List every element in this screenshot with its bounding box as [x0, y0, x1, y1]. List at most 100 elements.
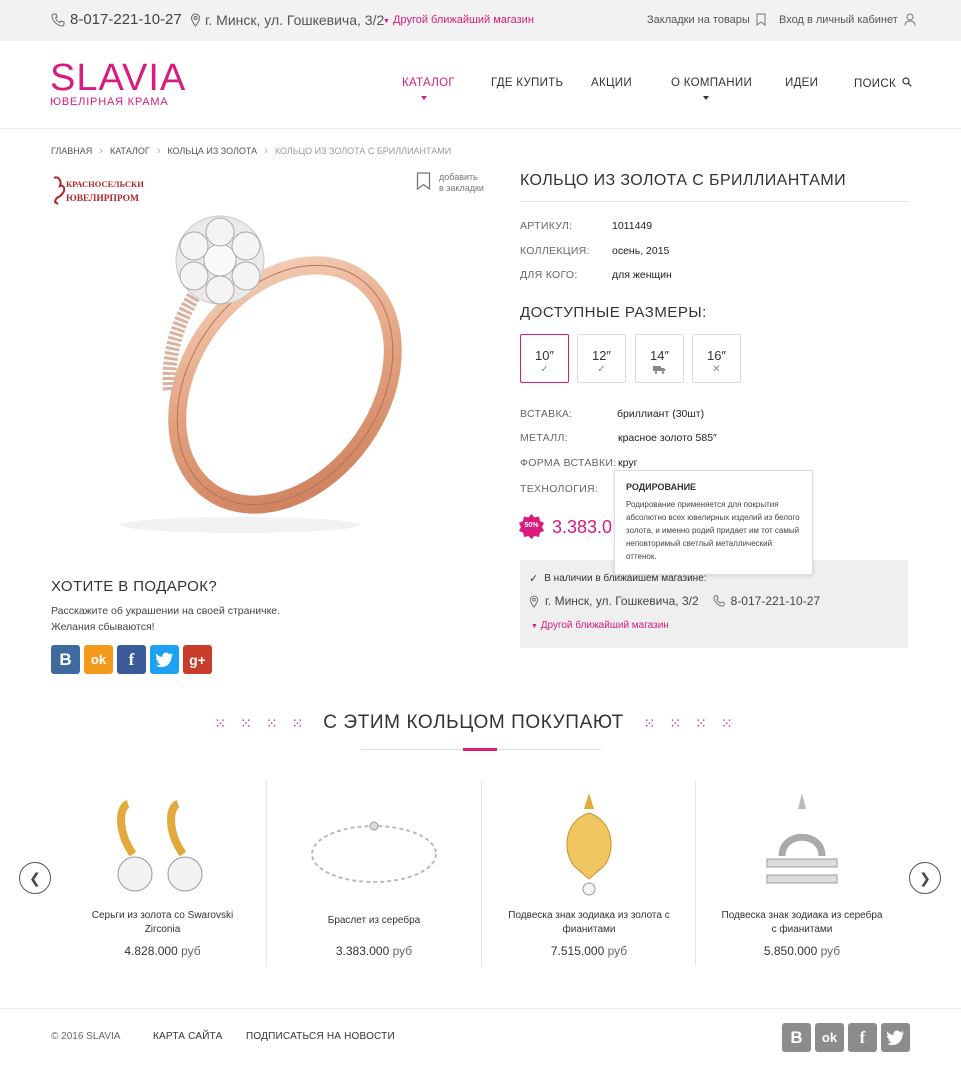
footer-divider — [0, 1008, 961, 1009]
detail-label: ФОРМА ВСТАВКИ: — [520, 457, 617, 469]
product-card[interactable]: Браслет из серебра 3.383.000 руб — [267, 781, 481, 966]
product-card-price: 5.850.000 руб — [696, 944, 908, 958]
caret-down-icon: ▼ — [531, 623, 538, 630]
spec-value: осень, 2015 — [612, 245, 670, 257]
sizes-title: ДОСТУПНЫЕ РАЗМЕРЫ: — [520, 304, 707, 321]
stock-phone[interactable]: 8-017-221-10-27 — [731, 594, 820, 608]
product-card-name: Подвеска знак зодиака из золота с фианит… — [508, 910, 670, 935]
carousel-prev-button[interactable]: ❮ — [19, 862, 51, 894]
size-option[interactable]: 12″ ✓ — [577, 334, 626, 383]
nav-search[interactable]: ПОИСК — [854, 77, 913, 90]
detail-shape: ФОРМА ВСТАВКИ: круг — [520, 457, 637, 469]
price-value: 4.828.000 — [124, 944, 178, 958]
header-phone[interactable]: 8-017-221-10-27 — [51, 11, 182, 28]
spec-value: для женщин — [612, 269, 672, 281]
detail-technology[interactable]: ТЕХНОЛОГИЯ: — [520, 483, 598, 495]
product-price: 3.383.0 — [552, 517, 613, 537]
technology-tooltip: РОДИРОВАНИЕ Родирование применяется для … — [614, 470, 813, 575]
chevron-right-icon: › — [156, 145, 161, 157]
price-currency: руб — [607, 944, 628, 958]
detail-label: МЕТАЛЛ: — [520, 432, 568, 444]
stock-other-label: Другой ближайший магазин — [540, 620, 669, 631]
gift-text: Расскажите об украшении на своей странич… — [51, 603, 280, 635]
share-buttons: В ok f g+ — [51, 645, 212, 674]
spec-value: 1011449 — [612, 220, 653, 232]
nav-promotions[interactable]: АКЦИИ — [591, 77, 632, 89]
product-card[interactable]: Подвеска знак зодиака из серебра с фиани… — [696, 781, 908, 966]
discount-value: 50% — [524, 522, 539, 529]
product-image[interactable] — [70, 180, 450, 540]
breadcrumb-catalog[interactable]: КАТАЛОГ — [110, 146, 150, 156]
stock-store: г. Минск, ул. Гошкевича, 3/2 8-017-221-1… — [529, 594, 820, 608]
size-value: 12″ — [591, 348, 612, 363]
site-logo[interactable]: SLAVIA ЮВЕЛІРНАЯ КРАМА — [50, 59, 186, 108]
size-option[interactable]: 14″ — [635, 334, 684, 383]
vk-icon[interactable]: В — [782, 1023, 811, 1052]
nav-where-to-buy[interactable]: ГДЕ КУПИТЬ — [491, 77, 563, 89]
header-address: г. Минск, ул. Гошкевича, 3/2 — [190, 12, 384, 28]
size-value: 14″ — [649, 348, 670, 363]
product-card[interactable]: Подвеска знак зодиака из золота с фианит… — [482, 781, 696, 966]
decor-dots-icon: ⁙⁙⁙⁙ — [214, 715, 318, 731]
stock-other-store-link[interactable]: ▼ Другой ближайший магазин — [531, 620, 669, 631]
nav-about[interactable]: О КОМПАНИИ — [671, 77, 752, 89]
spec-label: АРТИКУЛ: — [520, 220, 573, 232]
gift-title: ХОТИТЕ В ПОДАРОК? — [51, 578, 218, 595]
nav-ideas[interactable]: ИДЕИ — [785, 77, 818, 89]
price-value: 5.850.000 — [763, 944, 818, 958]
caret-down-icon — [703, 96, 709, 100]
logo-tagline: ЮВЕЛІРНАЯ КРАМА — [50, 96, 169, 108]
copyright: © 2016 SLAVIA — [51, 1031, 121, 1042]
twitter-icon[interactable] — [150, 645, 179, 674]
gift-line2: Желания сбываются! — [51, 621, 155, 633]
truck-icon — [636, 365, 683, 377]
gift-line1: Расскажите об украшении на своей странич… — [51, 605, 281, 617]
nav-catalog[interactable]: КАТАЛОГ — [402, 77, 455, 89]
chevron-right-icon: › — [99, 145, 103, 157]
other-store-link[interactable]: ▼ Другой ближайший магазин — [383, 14, 534, 26]
gplus-icon[interactable]: g+ — [183, 645, 212, 674]
phone-icon — [51, 13, 65, 27]
size-option[interactable]: 16″ ✕ — [692, 334, 741, 383]
product-card[interactable]: Серьги из золота со Swarovski Zirconia 4… — [60, 781, 265, 966]
detail-value: бриллиант (30шт) — [617, 408, 705, 420]
title-divider — [520, 201, 908, 202]
breadcrumb-home[interactable]: ГЛАВНАЯ — [51, 146, 92, 156]
chevron-right-icon: ❯ — [919, 869, 931, 886]
price-currency: руб — [392, 944, 413, 958]
login-link[interactable]: Вход в личный кабинет — [779, 13, 916, 26]
cross-icon: ✕ — [712, 364, 721, 375]
spec-label: КОЛЛЕКЦИЯ: — [520, 245, 590, 257]
size-option[interactable]: 10″ ✓ — [520, 334, 569, 383]
breadcrumb: ГЛАВНАЯ › КАТАЛОГ › КОЛЬЦА ИЗ ЗОЛОТА › К… — [51, 145, 451, 157]
product-thumbnail — [117, 800, 203, 892]
discount-badge: 50% — [519, 514, 544, 539]
chevron-left-icon: ❮ — [29, 869, 41, 886]
twitter-icon[interactable] — [881, 1023, 910, 1052]
phone-number: 8-017-221-10-27 — [70, 11, 182, 28]
carousel-next-button[interactable]: ❯ — [909, 862, 941, 894]
tooltip-title: РОДИРОВАНИЕ — [626, 482, 697, 492]
tooltip-text: Родирование применяется для покрытия абс… — [626, 500, 800, 561]
product-thumbnail — [766, 793, 838, 884]
footer-sitemap-link[interactable]: КАРТА САЙТА — [153, 1031, 222, 1042]
ok-icon[interactable]: ok — [815, 1023, 844, 1052]
address-text: г. Минск, ул. Гошкевича, 3/2 — [205, 12, 385, 28]
size-value: 10″ — [534, 348, 555, 363]
product-thumbnail — [311, 821, 437, 883]
vk-icon[interactable]: В — [51, 645, 80, 674]
product-card-name: Подвеска знак зодиака из серебра с фиани… — [721, 910, 883, 935]
detail-label: ТЕХНОЛОГИЯ: — [520, 483, 599, 495]
breadcrumb-gold-rings[interactable]: КОЛЬЦА ИЗ ЗОЛОТА — [167, 146, 257, 156]
bookmarks-link[interactable]: Закладки на товары — [647, 13, 766, 26]
footer-subscribe-link[interactable]: ПОДПИСАТЬСЯ НА НОВОСТИ — [246, 1031, 395, 1042]
facebook-icon[interactable]: f — [848, 1023, 877, 1052]
product-card-name: Серьги из золота со Swarovski Zirconia — [91, 910, 234, 935]
nav-search-label: ПОИСК — [854, 78, 896, 90]
facebook-icon[interactable]: f — [117, 645, 146, 674]
bookmark-icon — [756, 13, 766, 26]
size-value: 16″ — [706, 348, 727, 363]
ok-icon[interactable]: ok — [84, 645, 113, 674]
top-bar: 8-017-221-10-27 г. Минск, ул. Гошкевича,… — [0, 0, 961, 41]
caret-down-icon — [421, 96, 427, 100]
